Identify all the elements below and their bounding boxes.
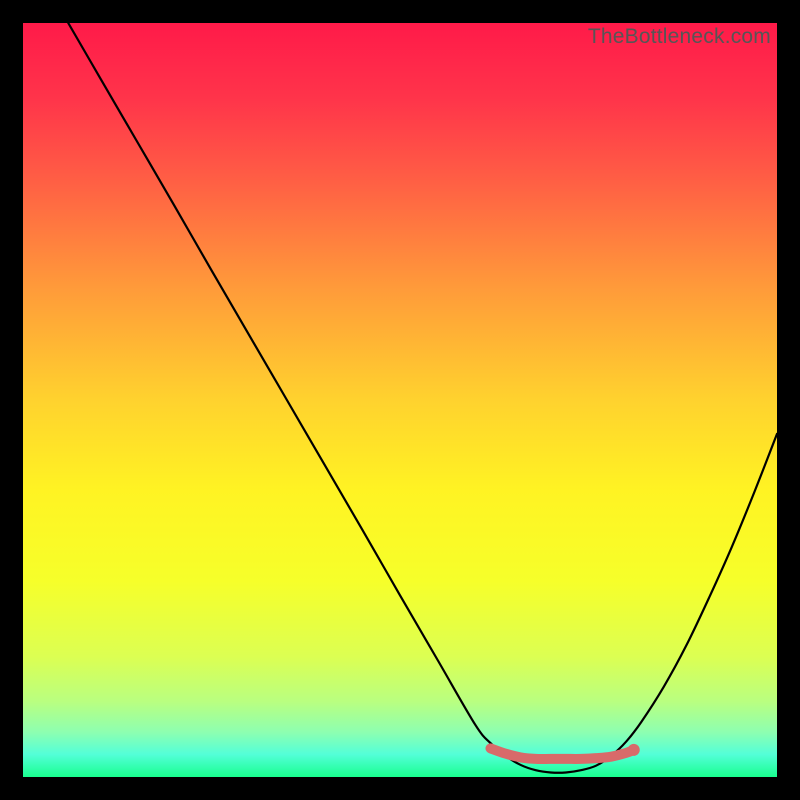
curve-layer (23, 23, 777, 777)
bottleneck-curve (68, 23, 777, 773)
plot-area: TheBottleneck.com (23, 23, 777, 777)
chart-frame: TheBottleneck.com (23, 23, 777, 777)
floor-marker-end-dot (628, 744, 640, 756)
floor-marker (490, 748, 633, 759)
watermark-text: TheBottleneck.com (588, 25, 771, 49)
